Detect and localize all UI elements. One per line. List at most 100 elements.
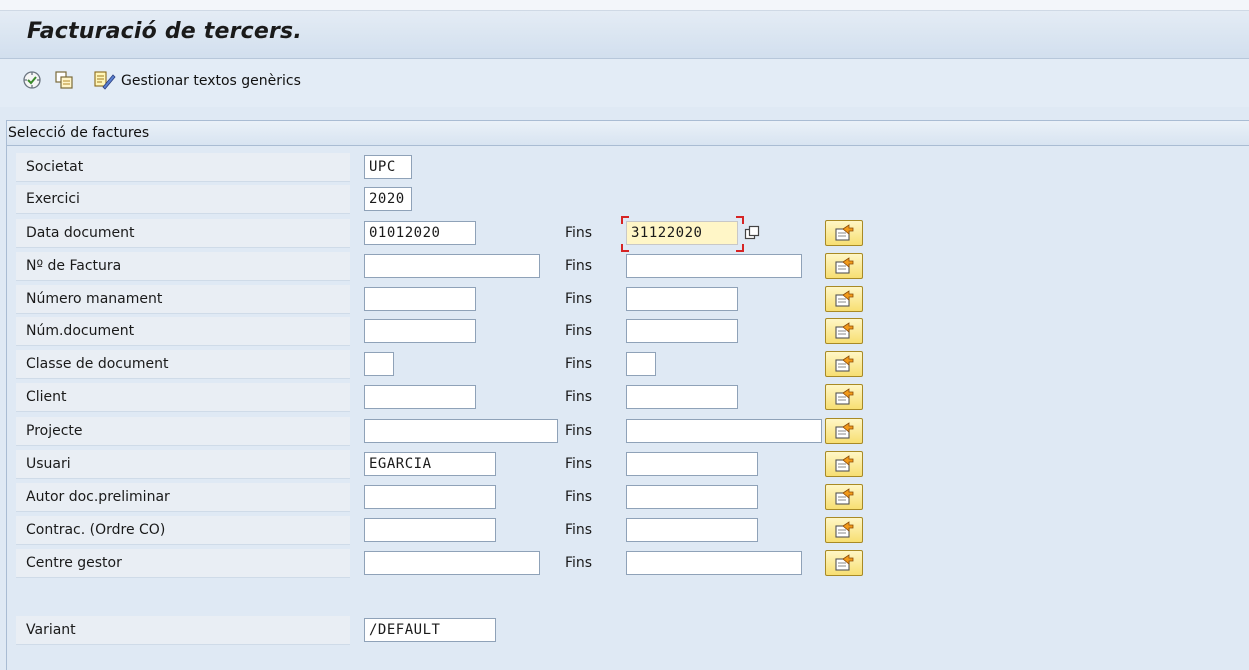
group-header: Selecció de factures [7,121,1249,146]
multiple-selection-icon [833,454,855,478]
selection-row: Nº de Factura Fins [16,252,1116,281]
field-label: Centre gestor [26,555,122,571]
selection-row: Contrac. (Ordre CO) Fins [16,516,1116,545]
label-cell: Projecte [16,417,350,446]
field-label: Client [26,389,67,405]
multiple-selection-button[interactable] [825,384,863,410]
from-field[interactable]: 01012020 [364,221,476,245]
page-title: Facturació de tercers. [27,19,302,44]
multiple-selection-icon [833,487,855,511]
from-field[interactable] [364,551,540,575]
multiple-selection-button[interactable] [825,318,863,344]
label-cell: Classe de document [16,350,350,379]
focus-corner [736,216,744,224]
from-field[interactable] [364,287,476,311]
to-field[interactable] [626,485,758,509]
to-field[interactable] [626,419,822,443]
field-label: Usuari [26,456,71,472]
selection-row: Classe de document Fins [16,350,1116,379]
to-label: Fins [565,323,593,339]
execute-icon[interactable] [22,70,42,90]
focus-corner [621,244,629,252]
from-field[interactable] [364,319,476,343]
to-field[interactable] [626,319,738,343]
field-label: Data document [26,225,135,241]
label-cell: Autor doc.preliminar [16,483,350,512]
focus-corner [736,244,744,252]
to-field[interactable] [626,518,758,542]
label-cell: Centre gestor [16,549,350,578]
multiple-selection-icon [833,289,855,313]
manage-texts-button[interactable]: Gestionar textos genèrics [121,73,301,89]
from-field[interactable] [364,352,394,376]
to-field[interactable]: 31122020 [626,221,738,245]
multiple-selection-button[interactable] [825,418,863,444]
edit-texts-icon[interactable] [94,70,116,90]
from-field[interactable]: UPC [364,155,412,179]
label-cell: Exercici [16,185,350,214]
label-cell: Client [16,383,350,412]
to-field[interactable] [626,352,656,376]
selection-row: Data document 01012020 Fins 31122020 [16,216,1116,252]
label-cell: Contrac. (Ordre CO) [16,516,350,545]
field-label: Projecte [26,423,83,439]
to-field[interactable] [626,452,758,476]
multiple-selection-button[interactable] [825,286,863,312]
field-label: Autor doc.preliminar [26,489,170,505]
to-field[interactable] [626,254,802,278]
label-cell: Núm.document [16,317,350,346]
multiple-selection-button[interactable] [825,253,863,279]
to-label: Fins [565,423,593,439]
selection-row: Núm.document Fins [16,317,1116,346]
to-label: Fins [565,489,593,505]
get-variant-icon[interactable] [54,70,74,90]
selection-row: Usuari EGARCIA Fins [16,450,1116,479]
variant-field[interactable]: /DEFAULT [364,618,496,642]
multiple-selection-icon [833,321,855,345]
selection-row: Projecte Fins [16,417,1116,446]
selection-row: Exercici 2020 [16,185,1116,214]
selection-row: Societat UPC [16,153,1116,182]
from-field[interactable] [364,518,496,542]
variant-label: Variant [26,622,76,638]
label-cell: Nº de Factura [16,252,350,281]
focus-corner [621,216,629,224]
to-label: Fins [565,225,593,241]
label-cell: Número manament [16,285,350,314]
from-field[interactable] [364,385,476,409]
copy-icon[interactable] [744,225,760,241]
variant-row: Variant/DEFAULT [16,616,1116,645]
field-label: Societat [26,159,84,175]
title-bar: Facturació de tercers. [0,11,1249,59]
field-label: Nº de Factura [26,258,122,274]
from-field[interactable]: EGARCIA [364,452,496,476]
to-label: Fins [565,258,593,274]
from-field[interactable] [364,419,558,443]
selection-row: Centre gestor Fins [16,549,1116,578]
field-label: Classe de document [26,356,169,372]
multiple-selection-button[interactable] [825,484,863,510]
to-label: Fins [565,356,593,372]
to-field[interactable] [626,287,738,311]
field-label: Núm.document [26,323,135,339]
from-field[interactable]: 2020 [364,187,412,211]
multiple-selection-button[interactable] [825,351,863,377]
multiple-selection-button[interactable] [825,517,863,543]
to-field[interactable] [626,385,738,409]
multiple-selection-icon [833,553,855,577]
application-toolbar: Gestionar textos genèrics [0,59,1249,107]
from-field[interactable] [364,485,496,509]
selection-row: Número manament Fins [16,285,1116,314]
from-field[interactable] [364,254,540,278]
to-label: Fins [565,456,593,472]
multiple-selection-icon [833,256,855,280]
to-field[interactable] [626,551,802,575]
selection-row: Autor doc.preliminar Fins [16,483,1116,512]
selection-row: Client Fins [16,383,1116,412]
multiple-selection-icon [833,387,855,411]
multiple-selection-button[interactable] [825,451,863,477]
multiple-selection-button[interactable] [825,550,863,576]
multiple-selection-button[interactable] [825,220,863,246]
label-cell: Usuari [16,450,350,479]
label-cell: Data document [16,219,350,248]
